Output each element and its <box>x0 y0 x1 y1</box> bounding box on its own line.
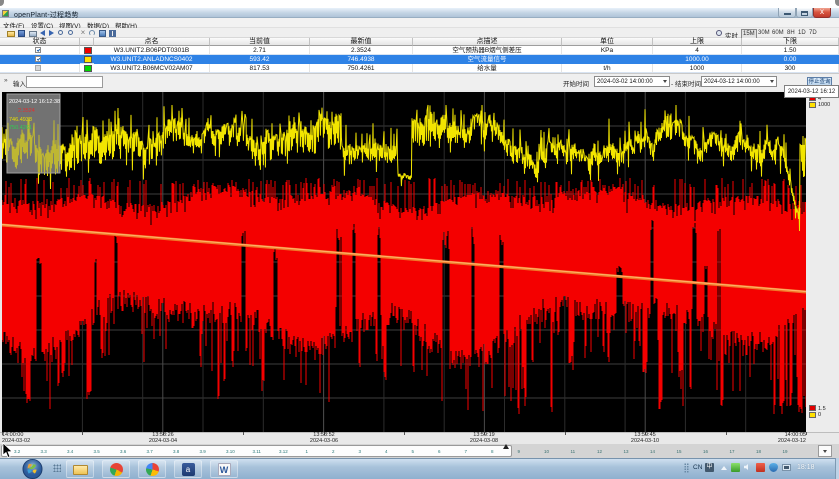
svg-text:750.4261: 750.4261 <box>9 125 32 131</box>
svg-text:2024-03-12 16:12:38: 2024-03-12 16:12:38 <box>9 99 60 105</box>
svg-text:2.3524: 2.3524 <box>18 108 35 114</box>
svg-text:746.4938: 746.4938 <box>9 117 32 123</box>
